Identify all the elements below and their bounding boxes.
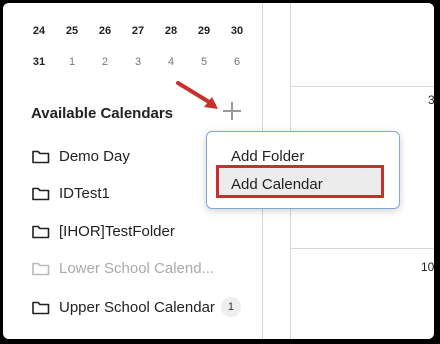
grid-line: [290, 86, 434, 87]
add-folder-menu-item[interactable]: Add Folder: [231, 148, 304, 165]
folder-icon: [32, 150, 50, 164]
calendar-item-label: IDTest1: [59, 185, 110, 202]
calendar-day[interactable]: 1: [60, 56, 84, 68]
calendar-day[interactable]: 25: [60, 25, 84, 37]
folder-icon: [32, 225, 50, 239]
calendar-item-label: Upper School Calendar: [59, 298, 215, 316]
calendar-day[interactable]: 4: [159, 56, 183, 68]
calendar-item-demo-day[interactable]: Demo Day: [32, 148, 130, 165]
count-badge: 1: [220, 297, 241, 317]
available-calendars-title: Available Calendars: [31, 105, 174, 122]
calendar-day[interactable]: 29: [192, 25, 216, 37]
calendar-day[interactable]: 31: [27, 56, 51, 68]
mini-calendar-week-2: 31 1 2 3 4 5 6: [27, 56, 249, 68]
calendar-day[interactable]: 3: [126, 56, 150, 68]
calendar-day[interactable]: 24: [27, 25, 51, 37]
day-number[interactable]: 10: [421, 260, 434, 274]
calendar-day[interactable]: 26: [93, 25, 117, 37]
folder-icon: [32, 262, 50, 276]
calendar-day[interactable]: 27: [126, 25, 150, 37]
arrow-icon: [176, 81, 218, 109]
mini-calendar-week-1: 24 25 26 27 28 29 30: [27, 25, 249, 37]
calendar-day[interactable]: 2: [93, 56, 117, 68]
calendar-item-label: [IHOR]TestFolder: [59, 223, 175, 240]
add-menu-dropdown: Add Folder Add Calendar: [206, 131, 400, 209]
folder-icon: [32, 187, 50, 201]
calendar-item-upper-school[interactable]: Upper School Calendar 1: [32, 297, 241, 317]
calendar-item-lower-school[interactable]: Lower School Calend...: [32, 260, 214, 277]
folder-icon: [32, 301, 50, 314]
add-calendar-menu-item[interactable]: Add Calendar: [231, 176, 323, 193]
grid-line: [290, 248, 434, 249]
day-number[interactable]: 3: [428, 93, 434, 107]
calendar-day[interactable]: 5: [192, 56, 216, 68]
plus-icon[interactable]: [221, 100, 243, 122]
calendar-day[interactable]: 6: [225, 56, 249, 68]
calendar-item-idtest1[interactable]: IDTest1: [32, 185, 110, 202]
calendar-item-ihor-testfolder[interactable]: [IHOR]TestFolder: [32, 223, 175, 240]
calendar-item-label: Demo Day: [59, 148, 130, 165]
calendar-item-label: Lower School Calend...: [59, 260, 215, 277]
calendar-day[interactable]: 30: [225, 25, 249, 37]
app-window: 24 25 26 27 28 29 30 31 1 2 3 4 5 6 Avai…: [3, 3, 434, 339]
calendar-day[interactable]: 28: [159, 25, 183, 37]
